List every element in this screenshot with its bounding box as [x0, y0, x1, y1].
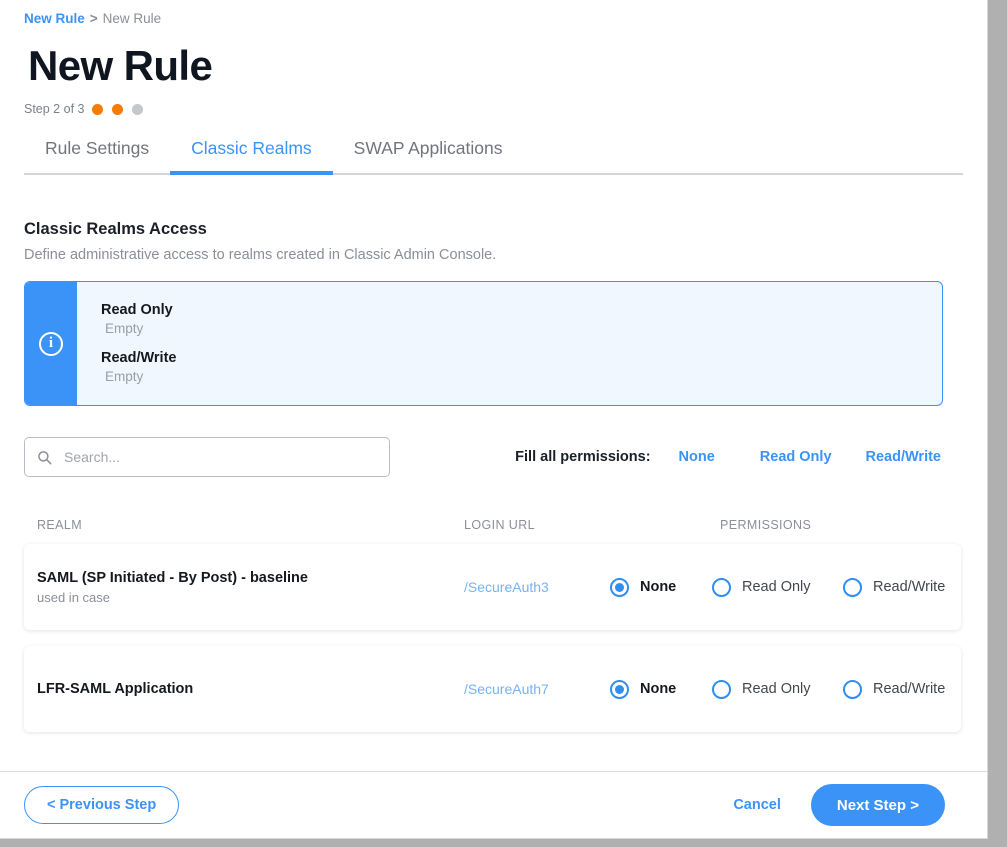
permission-option-none[interactable]: None: [610, 680, 712, 699]
step-dot-2: [112, 104, 123, 115]
login-url-link[interactable]: /SecureAuth7: [464, 681, 610, 697]
permission-option-label: Read/Write: [873, 681, 945, 697]
permission-option-label: None: [640, 579, 676, 595]
radio-button[interactable]: [843, 680, 862, 699]
fill-none-link[interactable]: None: [679, 449, 715, 465]
permissions-cell: None Read Only Read/Write: [610, 680, 961, 699]
step-indicator: Step 2 of 3: [24, 102, 963, 116]
permission-option-read-only[interactable]: Read Only: [712, 578, 843, 597]
step-label: Step 2 of 3: [24, 102, 84, 116]
info-item-read-write: Read/Write Empty: [101, 350, 942, 384]
step-dot-1: [92, 104, 103, 115]
page-content: New Rule > New Rule New Rule Step 2 of 3 R…: [0, 0, 987, 838]
tab-swap-applications[interactable]: SWAP Applications: [333, 138, 524, 173]
table-row: SAML (SP Initiated - By Post) - baseline…: [24, 544, 961, 630]
radio-button[interactable]: [610, 578, 629, 597]
footer-actions: Cancel Next Step >: [727, 784, 963, 826]
info-banner-body: Read Only Empty Read/Write Empty: [77, 282, 942, 405]
permission-option-label: None: [640, 681, 676, 697]
step-dot-3: [132, 104, 143, 115]
breadcrumb-separator: >: [90, 11, 98, 26]
previous-step-button[interactable]: < Previous Step: [24, 786, 179, 824]
page-title: New Rule: [28, 42, 963, 90]
info-item-value: Empty: [101, 321, 942, 336]
fill-read-write-link[interactable]: Read/Write: [866, 449, 941, 465]
realm-cell: LFR-SAML Application: [24, 681, 464, 697]
fill-read-only-link[interactable]: Read Only: [760, 449, 832, 465]
step-dots: [92, 104, 143, 115]
fill-permissions-label: Fill all permissions:: [515, 449, 650, 465]
search-box[interactable]: [24, 437, 390, 477]
info-item-title: Read Only: [101, 302, 942, 318]
radio-button[interactable]: [712, 680, 731, 699]
tab-classic-realms[interactable]: Classic Realms: [170, 138, 333, 173]
radio-button[interactable]: [712, 578, 731, 597]
realm-name: LFR-SAML Application: [37, 681, 464, 697]
info-item-title: Read/Write: [101, 350, 942, 366]
search-icon: [37, 450, 52, 465]
realm-description: used in case: [37, 590, 464, 605]
table-toolbar: Fill all permissions: None Read Only Rea…: [24, 437, 963, 477]
permission-option-label: Read Only: [742, 681, 811, 697]
info-circle-icon: i: [39, 332, 63, 356]
breadcrumb-link[interactable]: New Rule: [24, 11, 85, 26]
tab-bar: Rule Settings Classic Realms SWAP Applic…: [24, 138, 963, 175]
permission-option-read-write[interactable]: Read/Write: [843, 680, 945, 699]
table-header: REALM LOGIN URL PERMISSIONS: [24, 518, 963, 532]
info-banner-accent-bar: i: [25, 282, 77, 405]
info-item-value: Empty: [101, 369, 942, 384]
section-subtitle: Define administrative access to realms c…: [24, 247, 963, 263]
breadcrumb: New Rule > New Rule: [24, 0, 963, 27]
permission-option-label: Read Only: [742, 579, 811, 595]
breadcrumb-current: New Rule: [103, 11, 162, 26]
table-row: LFR-SAML Application /SecureAuth7 None R…: [24, 646, 961, 732]
column-header-realm: REALM: [24, 518, 464, 532]
realm-list: SAML (SP Initiated - By Post) - baseline…: [24, 544, 963, 732]
cancel-button[interactable]: Cancel: [727, 796, 787, 814]
app-window: New Rule > New Rule New Rule Step 2 of 3 R…: [0, 0, 988, 839]
permission-option-none[interactable]: None: [610, 578, 712, 597]
column-header-login-url: LOGIN URL: [464, 518, 720, 532]
permission-option-read-only[interactable]: Read Only: [712, 680, 843, 699]
next-step-button[interactable]: Next Step >: [811, 784, 945, 826]
search-input[interactable]: [62, 448, 377, 466]
radio-button[interactable]: [843, 578, 862, 597]
info-item-read-only: Read Only Empty: [101, 302, 942, 336]
tab-rule-settings[interactable]: Rule Settings: [24, 138, 170, 173]
column-header-permissions: PERMISSIONS: [720, 518, 963, 532]
permission-option-read-write[interactable]: Read/Write: [843, 578, 945, 597]
realm-cell: SAML (SP Initiated - By Post) - baseline…: [24, 570, 464, 605]
wizard-footer: < Previous Step Cancel Next Step >: [0, 771, 987, 838]
permissions-cell: None Read Only Read/Write: [610, 578, 961, 597]
fill-all-permissions: Fill all permissions: None Read Only Rea…: [515, 449, 963, 465]
info-banner: i Read Only Empty Read/Write Empty: [24, 281, 943, 406]
login-url-link[interactable]: /SecureAuth3: [464, 579, 610, 595]
permission-option-label: Read/Write: [873, 579, 945, 595]
realm-name: SAML (SP Initiated - By Post) - baseline: [37, 570, 464, 586]
radio-button[interactable]: [610, 680, 629, 699]
section-title: Classic Realms Access: [24, 220, 963, 239]
